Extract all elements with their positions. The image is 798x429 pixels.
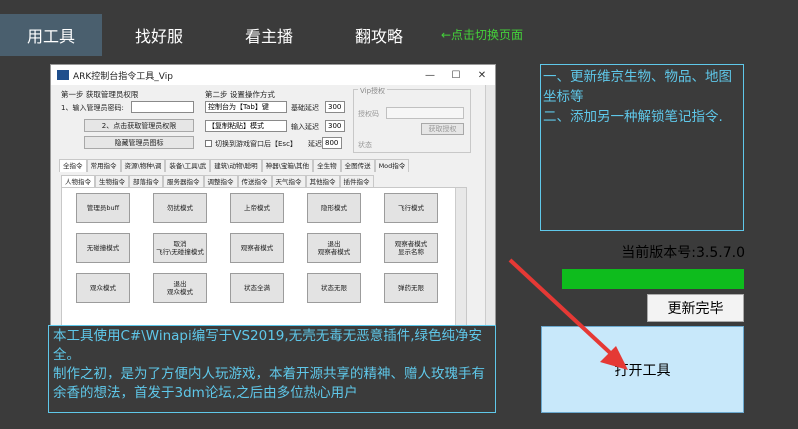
input-delay-label: 输入延迟 <box>291 123 319 131</box>
tab-guides[interactable]: 翻攻略 <box>328 14 430 56</box>
description-text: 本工具使用C#\Winapi编写于VS2019,无壳无毒无恶意插件,绿色纯净安全… <box>53 328 485 401</box>
password-label: 1、输入管理员密码: <box>61 104 124 112</box>
tab-use-tool[interactable]: 用工具 <box>0 14 102 56</box>
mode2-select: 【复制粘贴】模式 <box>205 120 287 132</box>
command-scrollbar <box>455 188 466 325</box>
preview-command-button: 无碰撞模式 <box>76 233 130 263</box>
switch-delay-label: 延迟 <box>308 140 322 148</box>
mode1-select: 控制台为【Tab】键 <box>205 101 287 113</box>
preview-title-bar: ARK控制台指令工具_Vip — ☐ ✕ <box>51 65 495 85</box>
switch-delay-input: 800 <box>322 137 342 149</box>
hide-admin-icon-button: 隐藏管理员图标 <box>84 136 194 149</box>
preview-command-button: 勿扰模式 <box>153 193 207 223</box>
switch-checkbox <box>205 140 212 147</box>
switch-hint: ←点击切换页面 <box>441 28 524 42</box>
preview-command-button: 飞行模式 <box>384 193 438 223</box>
minimize-icon: — <box>425 69 435 81</box>
preview-command-button: 退出 观察者模式 <box>307 233 361 263</box>
preview-main-tab: 全指令 <box>59 159 87 172</box>
tab-find-server[interactable]: 找好服 <box>108 14 210 56</box>
preview-main-tab: 装备\工具\武 <box>165 159 211 172</box>
preview-command-button: 状态全满 <box>230 273 284 303</box>
window-scrollbar <box>485 85 495 325</box>
preview-command-button: 退出 观众模式 <box>153 273 207 303</box>
preview-window-title: ARK控制台指令工具_Vip <box>73 71 173 82</box>
preview-command-button: 取消 飞行\无碰撞模式 <box>153 233 207 263</box>
preview-command-button: 管理员buff <box>76 193 130 223</box>
close-icon: ✕ <box>477 69 487 81</box>
status-label: 状态 <box>358 141 372 149</box>
preview-main-tab: 神器\宝箱\其他 <box>261 159 314 172</box>
command-grid: 管理员buff 勿扰模式 上帝模式 隐形模式 飞行模式 无碰撞模式 取消 飞行\无碰撞模式观… <box>61 187 467 325</box>
preview-main-tab: 建筑\动物\聪明 <box>210 159 262 172</box>
switch-label: 切换到游戏窗口后【Esc】 <box>215 140 297 148</box>
pointer-arrow-icon <box>508 258 628 370</box>
tool-preview-window: ARK控制台指令工具_Vip — ☐ ✕ 第一步 获取管理员权限 1、输入管理员… <box>50 64 496 326</box>
update-notice: 一、更新维京生物、物品、地图坐标等 二、添加另一种解锁笔记指令. <box>540 64 744 231</box>
preview-command-button: 隐形模式 <box>307 193 361 223</box>
step2-title: 第二步 设置操作方式 <box>205 90 275 99</box>
input-delay-input: 300 <box>325 120 345 132</box>
preview-command-button: 弹药无限 <box>384 273 438 303</box>
preview-main-tab: Mod指令 <box>374 159 410 172</box>
tool-description: 本工具使用C#\Winapi编写于VS2019,无壳无毒无恶意插件,绿色纯净安全… <box>48 325 496 413</box>
update-button[interactable]: 更新完毕 <box>647 294 744 322</box>
preview-main-tab: 资源\物种\调 <box>120 159 166 172</box>
tab-watch-streamer[interactable]: 看主播 <box>218 14 320 56</box>
password-input <box>131 101 194 113</box>
preview-main-tab: 全生物 <box>313 159 341 172</box>
vip-title: Vip授权 <box>358 86 388 96</box>
preview-main-tab: 常用指令 <box>86 159 121 172</box>
sub-tab-strip: 人物指令 生物指令 部落指令 服务器指令 调整指令 传送指令 天气指令 其他指令 插件指令 <box>61 175 374 188</box>
preview-command-button: 状态无限 <box>307 273 361 303</box>
auth-code-label: 授权码 <box>358 110 379 118</box>
step1-title: 第一步 获取管理员权限 <box>61 90 139 99</box>
app-icon <box>57 70 69 80</box>
auth-code-input <box>386 107 464 119</box>
get-auth-button: 获取授权 <box>421 123 464 135</box>
preview-main-tab: 全图传送 <box>340 159 375 172</box>
preview-command-button: 观察者模式 显示名称 <box>384 233 438 263</box>
preview-command-button: 上帝模式 <box>230 193 284 223</box>
preview-command-button: 观众模式 <box>76 273 130 303</box>
base-delay-label: 基础延迟 <box>291 104 319 112</box>
get-admin-button: 2、点击获取管理员权限 <box>84 119 194 132</box>
maximize-icon: ☐ <box>451 69 461 81</box>
preview-command-button: 观察者模式 <box>230 233 284 263</box>
base-delay-input: 300 <box>325 101 345 113</box>
arrow-shaft <box>508 258 622 364</box>
main-tab-strip: 全指令 常用指令 资源\物种\调 装备\工具\武 建筑\动物\聪明 神器\宝箱\其他 全生物… <box>59 159 410 172</box>
